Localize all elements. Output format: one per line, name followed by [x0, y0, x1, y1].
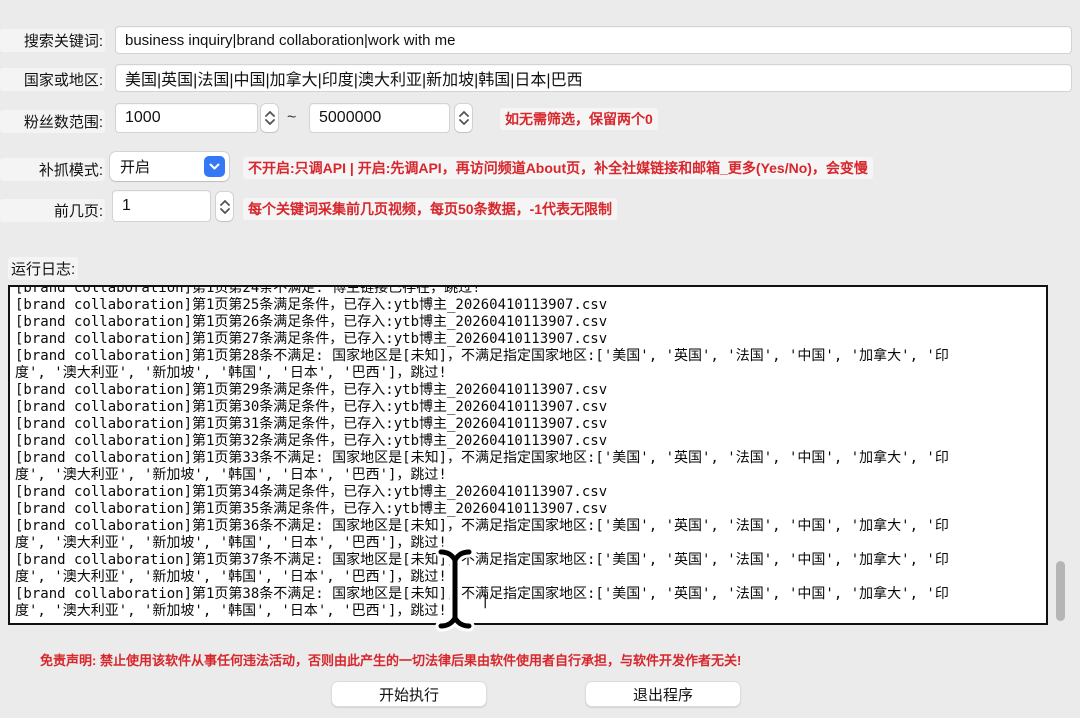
log-line: [brand collaboration]第1页第29条满足条件，已存入:ytb… — [15, 382, 1046, 399]
log-line: [brand collaboration]第1页第37条不满足: 国家地区是[未… — [15, 552, 1046, 569]
first-pages-hint: 每个关键词采集前几页视频，每页50条数据，-1代表无限制 — [243, 198, 617, 220]
fans-max-stepper[interactable] — [455, 104, 472, 132]
log-line: [brand collaboration]第1页第25条满足条件，已存入:ytb… — [15, 297, 1046, 314]
capture-mode-value: 开启 — [120, 156, 150, 177]
log-line: [brand collaboration]第1页第35条满足条件，已存入:ytb… — [15, 501, 1046, 518]
log-line: 度', '澳大利亚', '新加坡', '韩国', '日本', '巴西']，跳过! — [15, 603, 1046, 620]
log-line: 度', '澳大利亚', '新加坡', '韩国', '日本', '巴西']，跳过! — [15, 467, 1046, 484]
log-lines: [brand collaboration]第1页第24条不满足: 博主链接已存在… — [10, 285, 1046, 620]
scrollbar-thumb[interactable] — [1056, 561, 1065, 621]
log-line: [brand collaboration]第1页第28条不满足: 国家地区是[未… — [15, 348, 1046, 365]
chevron-up-icon — [220, 200, 230, 206]
disclaimer-text: 免责声明: 禁止使用该软件从事任何违法活动，否则由此产生的一切法律后果由软件使用… — [40, 650, 741, 669]
chevron-down-icon — [209, 163, 220, 170]
exit-button[interactable]: 退出程序 — [585, 681, 741, 707]
log-line: 度', '澳大利亚', '新加坡', '韩国', '日本', '巴西']，跳过! — [15, 569, 1046, 586]
fans-range-label: 粉丝数范围: — [0, 110, 105, 133]
first-pages-stepper[interactable] — [216, 192, 233, 221]
log-line: [brand collaboration]第1页第31条满足条件，已存入:ytb… — [15, 416, 1046, 433]
log-line: 度', '澳大利亚', '新加坡', '韩国', '日本', '巴西']，跳过! — [15, 365, 1046, 382]
log-line: 度', '澳大利亚', '新加坡', '韩国', '日本', '巴西']，跳过! — [15, 535, 1046, 552]
exit-button-label: 退出程序 — [633, 684, 693, 705]
chevron-down-icon — [459, 119, 469, 125]
log-line: [brand collaboration]第1页第24条不满足: 博主链接已存在… — [15, 285, 1046, 297]
run-log-label: 运行日志: — [8, 257, 78, 280]
capture-mode-hint: 不开启:只调API | 开启:先调API，再访问频道About页，补全社媒链接和… — [243, 157, 873, 179]
range-separator: ~ — [287, 109, 296, 127]
search-keywords-input[interactable]: business inquiry|brand collaboration|wor… — [115, 26, 1072, 54]
capture-mode-dropdown[interactable]: 开启 — [110, 152, 229, 181]
first-pages-input[interactable]: 1 — [112, 190, 211, 222]
dropdown-chevron-button[interactable] — [204, 156, 225, 177]
region-value: 美国|英国|法国|中国|加拿大|印度|澳大利亚|新加坡|韩国|日本|巴西 — [125, 66, 583, 90]
fans-min-stepper[interactable] — [261, 104, 278, 132]
text-caret: | — [481, 593, 489, 609]
fans-min-input[interactable]: 1000 — [115, 103, 258, 133]
chevron-down-icon — [265, 119, 275, 125]
search-keywords-value: business inquiry|brand collaboration|wor… — [125, 32, 455, 49]
log-line: [brand collaboration]第1页第36条不满足: 国家地区是[未… — [15, 518, 1046, 535]
search-keywords-label: 搜索关键词: — [0, 29, 105, 52]
fans-max-value: 5000000 — [319, 109, 381, 127]
fans-max-input[interactable]: 5000000 — [309, 103, 450, 133]
region-label: 国家或地区: — [0, 68, 105, 91]
log-line: [brand collaboration]第1页第34条满足条件，已存入:ytb… — [15, 484, 1046, 501]
run-log-textarea[interactable]: [brand collaboration]第1页第24条不满足: 博主链接已存在… — [8, 285, 1048, 625]
chevron-up-icon — [459, 111, 469, 117]
fans-range-hint: 如无需筛选，保留两个0 — [500, 108, 658, 130]
ibeam-cursor-pointer — [432, 546, 478, 632]
log-line: [brand collaboration]第1页第32条满足条件，已存入:ytb… — [15, 433, 1046, 450]
chevron-up-icon — [265, 111, 275, 117]
first-pages-label: 前几页: — [0, 199, 105, 222]
log-line: [brand collaboration]第1页第38条不满足: 国家地区是[未… — [15, 586, 1046, 603]
first-pages-value: 1 — [122, 197, 131, 215]
log-line: [brand collaboration]第1页第30条满足条件，已存入:ytb… — [15, 399, 1046, 416]
start-button-label: 开始执行 — [379, 684, 439, 705]
region-input[interactable]: 美国|英国|法国|中国|加拿大|印度|澳大利亚|新加坡|韩国|日本|巴西 — [115, 64, 1072, 92]
log-line: [brand collaboration]第1页第27条满足条件，已存入:ytb… — [15, 331, 1046, 348]
chevron-down-icon — [220, 208, 230, 214]
log-line: [brand collaboration]第1页第33条不满足: 国家地区是[未… — [15, 450, 1046, 467]
capture-mode-label: 补抓模式: — [0, 158, 105, 181]
fans-min-value: 1000 — [125, 109, 161, 127]
start-button[interactable]: 开始执行 — [331, 681, 487, 707]
log-line: [brand collaboration]第1页第26条满足条件，已存入:ytb… — [15, 314, 1046, 331]
